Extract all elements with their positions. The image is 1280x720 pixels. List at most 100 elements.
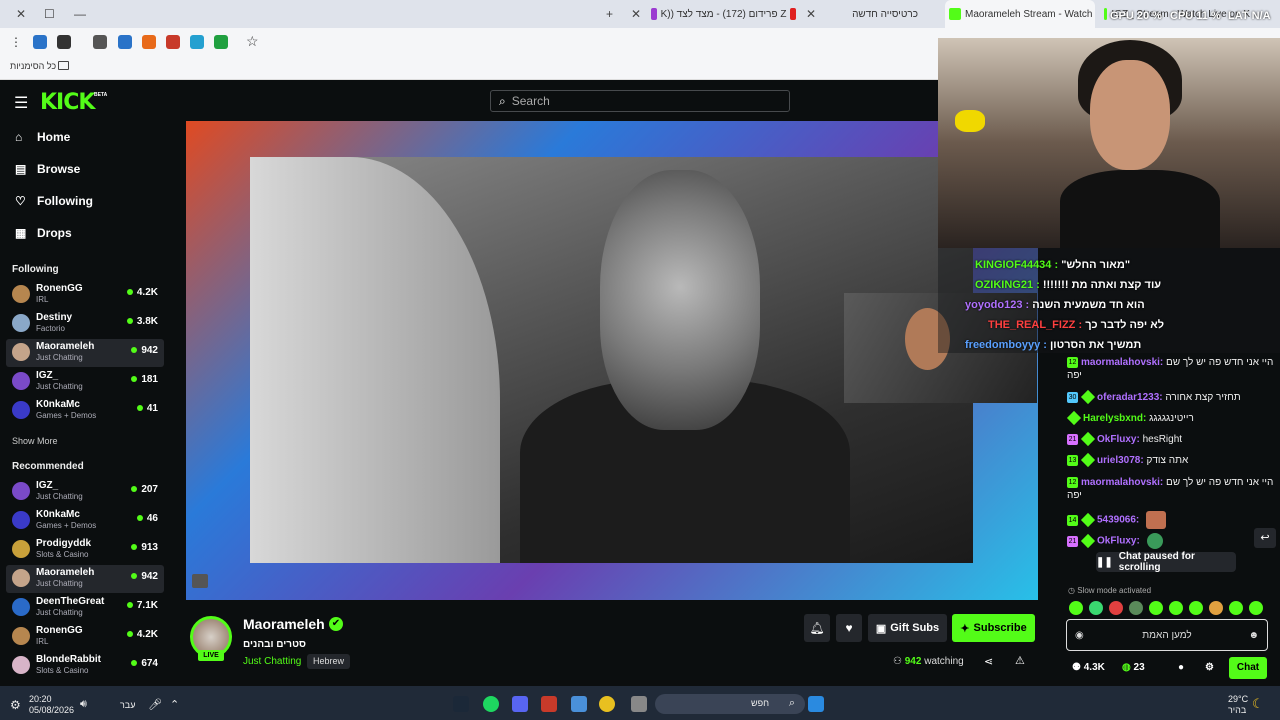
sidebar-channel-ronengg[interactable]: RonenGG IRL 4.2K bbox=[6, 623, 164, 651]
notepad-icon[interactable] bbox=[571, 696, 587, 712]
search-placeholder: Search bbox=[511, 94, 550, 108]
camera-face bbox=[1090, 60, 1170, 170]
share-icon[interactable]: ⋖ bbox=[984, 655, 993, 668]
weather-temp[interactable]: 29°C bbox=[1228, 694, 1248, 704]
clock-time[interactable]: 20:20 bbox=[29, 694, 52, 704]
emote-icon[interactable] bbox=[1129, 601, 1143, 615]
extension-icon[interactable] bbox=[190, 35, 204, 49]
window-close-icon[interactable]: ✕ bbox=[10, 0, 32, 28]
stream-category[interactable]: Just Chatting bbox=[243, 656, 301, 667]
sidebar-channel-maorameleh[interactable]: Maorameleh Just Chatting 942 bbox=[6, 565, 164, 593]
nav-home[interactable]: ⌂ Home bbox=[15, 130, 70, 144]
new-tab-button[interactable]: + bbox=[600, 0, 619, 28]
steam-icon[interactable] bbox=[453, 696, 469, 712]
show-more-link[interactable]: Show More bbox=[12, 436, 58, 446]
emote-icon[interactable] bbox=[1109, 601, 1123, 615]
emote-icon[interactable] bbox=[1149, 601, 1163, 615]
emote-icon[interactable] bbox=[1169, 601, 1183, 615]
emote-icon[interactable] bbox=[1209, 601, 1223, 615]
extension-icon[interactable] bbox=[93, 35, 107, 49]
extension-icon[interactable] bbox=[166, 35, 180, 49]
points-display[interactable]: ⚉ 4.3K bbox=[1072, 662, 1105, 673]
avatar bbox=[12, 401, 30, 419]
browser-tab[interactable]: ✕ K)) פרידום (172) - מצד לצד Z bbox=[625, 0, 800, 28]
tab-close-icon[interactable]: ✕ bbox=[806, 7, 816, 21]
settings-gear-icon[interactable]: ⚙ bbox=[1205, 662, 1214, 673]
sidebar-channel-k0nkamc[interactable]: K0nkaMc Games + Demos 46 bbox=[6, 507, 164, 535]
home-icon: ⌂ bbox=[15, 130, 23, 144]
extension-icon[interactable] bbox=[33, 35, 47, 49]
sidebar-channel-igz[interactable]: IGZ_ Just Chatting 207 bbox=[6, 478, 164, 506]
emote-icon[interactable] bbox=[1069, 601, 1083, 615]
extension-icon[interactable] bbox=[118, 35, 132, 49]
sidebar-channel-maorameleh[interactable]: Maorameleh Just Chatting 942 bbox=[6, 339, 164, 367]
menu-dots-icon[interactable]: ⋮ bbox=[10, 35, 22, 49]
kick-points-display[interactable]: ◍ 23 bbox=[1122, 662, 1145, 673]
sidebar-channel-blonderabbit[interactable]: BlondeRabbit Slots & Casino 674 bbox=[6, 652, 164, 680]
nav-drops[interactable]: ▦ Drops bbox=[15, 226, 72, 240]
tab-close-icon[interactable]: ✕ bbox=[631, 7, 641, 21]
emote-icon[interactable] bbox=[1089, 601, 1103, 615]
app-icon[interactable] bbox=[541, 696, 557, 712]
reply-icon[interactable]: ↩ bbox=[1254, 528, 1276, 548]
sidebar: ⌂ Home ▤ Browse ♡ Following ▦ Drops Followin… bbox=[0, 121, 170, 686]
channel-name[interactable]: Maorameleh bbox=[243, 616, 325, 632]
extension-icon[interactable] bbox=[214, 35, 228, 49]
chrome-icon[interactable] bbox=[599, 696, 615, 712]
avatar bbox=[12, 627, 30, 645]
sidebar-channel-prodigyddk[interactable]: Prodigyddk Slots & Casino 913 bbox=[6, 536, 164, 564]
chat-bubble-icon[interactable]: ● bbox=[1178, 662, 1184, 673]
smiley-icon[interactable]: ☻ bbox=[1248, 630, 1259, 641]
extension-icon[interactable] bbox=[57, 35, 71, 49]
avatar bbox=[12, 482, 30, 500]
settings-gear-icon[interactable]: ⚙ bbox=[10, 698, 21, 712]
kick-favicon bbox=[1104, 8, 1108, 20]
overlay-chat-line: freedomboyyy : תמשיך את הסרטון bbox=[965, 339, 1142, 351]
language-tag[interactable]: Hebrew bbox=[307, 654, 351, 669]
hamburger-menu-icon[interactable]: ☰ bbox=[14, 93, 28, 113]
language-indicator[interactable]: עבר bbox=[120, 700, 135, 710]
emote-icon[interactable] bbox=[1249, 601, 1263, 615]
emote-picker-icon[interactable]: ◉ bbox=[1075, 630, 1084, 641]
notification-bell-button[interactable]: 🔔︎ bbox=[804, 614, 830, 642]
sidebar-channel-destiny[interactable]: Destiny Factorio 3.8K bbox=[6, 310, 164, 338]
emote-icon[interactable] bbox=[1189, 601, 1203, 615]
sidebar-channel-ronengg[interactable]: RonenGG IRL 4.2K bbox=[6, 281, 164, 309]
sidebar-channel-deenthegreat[interactable]: DeenTheGreat Just Chatting 7.1K bbox=[6, 594, 164, 622]
search-input[interactable]: ⌕ Search bbox=[490, 90, 790, 112]
chat-send-button[interactable]: Chat bbox=[1229, 657, 1267, 679]
window-minimize-icon[interactable]: — bbox=[68, 0, 92, 28]
kick-logo[interactable]: KICK bbox=[40, 90, 95, 115]
clock-date[interactable]: 05/08/2026 bbox=[29, 705, 74, 715]
camera-shirt bbox=[1060, 170, 1220, 248]
all-bookmarks-label[interactable]: כל הסימניות bbox=[10, 61, 56, 71]
emote-icon[interactable] bbox=[1229, 601, 1243, 615]
browser-tab-active[interactable]: Maorameleh Stream - Watch bbox=[945, 0, 1095, 28]
microphone-icon[interactable]: 🎤︎ bbox=[148, 698, 162, 711]
windows-start-icon[interactable] bbox=[808, 696, 824, 712]
taskbar-search[interactable]: חפש ⌕ bbox=[655, 694, 805, 714]
extension-icon[interactable] bbox=[142, 35, 156, 49]
window-maximize-icon[interactable]: ☐ bbox=[38, 0, 61, 28]
chevron-up-icon[interactable]: ⌃ bbox=[170, 698, 179, 711]
bookmark-star-icon[interactable]: ☆ bbox=[246, 33, 259, 50]
spotify-icon[interactable] bbox=[483, 696, 499, 712]
nav-browse[interactable]: ▤ Browse bbox=[15, 162, 80, 176]
sidebar-channel-igz[interactable]: IGZ_ Just Chatting 181 bbox=[6, 368, 164, 396]
nav-following[interactable]: ♡ Following bbox=[15, 194, 93, 208]
report-icon[interactable]: ⚠ bbox=[1015, 654, 1025, 667]
subscribe-button[interactable]: ✦ Subscribe bbox=[952, 614, 1035, 642]
following-heading: Following bbox=[12, 264, 59, 275]
kick-gem-icon bbox=[1066, 411, 1082, 426]
discord-icon[interactable] bbox=[512, 696, 528, 712]
player-thumbnail-icon[interactable] bbox=[192, 574, 208, 588]
chat-paused-banner[interactable]: ❚❚ Chat paused for scrolling bbox=[1096, 551, 1236, 573]
follow-heart-button[interactable]: ♥ bbox=[836, 614, 862, 642]
file-explorer-icon[interactable] bbox=[631, 696, 647, 712]
chat-input[interactable]: ◉ למען האמת ☻ bbox=[1066, 619, 1268, 651]
browser-tab[interactable]: ✕ כרטיסייה חדשה bbox=[800, 0, 940, 28]
gift-subs-button[interactable]: ▣ Gift Subs bbox=[868, 614, 947, 642]
sidebar-channel-k0nkamc[interactable]: K0nkaMc Games + Demos 41 bbox=[6, 397, 164, 425]
volume-icon[interactable]: 🔊︎ bbox=[80, 698, 87, 711]
kick-coin-icon: ◍ bbox=[1122, 662, 1134, 673]
